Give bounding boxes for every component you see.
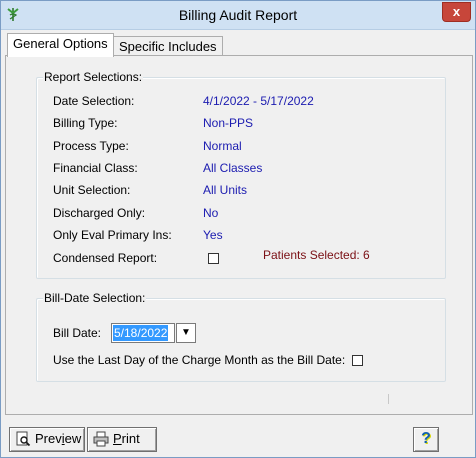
general-options-panel: Report Selections: Date Selection: 4/1/2… <box>5 55 473 415</box>
report-selections-legend: Report Selections: <box>43 70 144 84</box>
date-selection-label: Date Selection: <box>53 94 135 108</box>
print-label: Print <box>113 431 140 446</box>
billing-audit-report-window: Billing Audit Report x General Options S… <box>0 0 476 458</box>
divider-mark <box>388 394 389 404</box>
patients-selected-text: Patients Selected: 6 <box>263 248 370 262</box>
discharged-only-value: No <box>203 206 219 220</box>
chevron-down-icon: ▼ <box>181 327 191 338</box>
preview-label: Preview <box>35 431 82 446</box>
window-title: Billing Audit Report <box>178 7 298 23</box>
bill-date-dropdown-button[interactable]: ▼ <box>176 323 196 343</box>
billing-type-value: Non-PPS <box>203 116 254 130</box>
magnifier-document-icon <box>16 431 31 447</box>
help-button[interactable]: ? <box>413 427 439 452</box>
unit-selection-value: All Units <box>203 183 248 197</box>
close-button[interactable]: x <box>442 2 471 22</box>
tab-general-options[interactable]: General Options <box>7 33 114 57</box>
bill-date-input[interactable]: 5/18/2022 <box>111 323 175 343</box>
question-mark-icon: ? <box>421 430 431 447</box>
condensed-report-checkbox-wrap <box>208 250 219 266</box>
discharged-only-label: Discharged Only: <box>53 206 146 220</box>
only-eval-primary-ins-value: Yes <box>203 228 223 242</box>
last-day-label: Use the Last Day of the Charge Month as … <box>53 353 346 367</box>
title-bar: Billing Audit Report x <box>1 1 475 30</box>
process-type-label: Process Type: <box>53 139 129 153</box>
condensed-report-checkbox[interactable] <box>208 253 219 265</box>
last-day-option: Use the Last Day of the Charge Month as … <box>53 353 363 367</box>
bill-date-label: Bill Date: <box>53 326 102 340</box>
unit-selection-label: Unit Selection: <box>53 183 131 197</box>
bill-date-value: 5/18/2022 <box>113 325 169 341</box>
button-bar: Preview Print ? <box>1 413 475 457</box>
bill-date-selection-legend: Bill-Date Selection: <box>43 291 147 305</box>
last-day-checkbox[interactable] <box>351 355 363 367</box>
financial-class-label: Financial Class: <box>53 161 138 175</box>
condensed-report-label: Condensed Report: <box>53 251 158 265</box>
report-selections-group: Report Selections: Date Selection: 4/1/2… <box>36 70 446 279</box>
only-eval-primary-ins-label: Only Eval Primary Ins: <box>53 228 172 242</box>
financial-class-value: All Classes <box>203 161 263 175</box>
preview-button[interactable]: Preview <box>9 427 85 452</box>
date-selection-value: 4/1/2022 - 5/17/2022 <box>203 94 314 108</box>
process-type-value: Normal <box>203 139 242 153</box>
printer-icon <box>93 431 109 447</box>
print-button[interactable]: Print <box>87 427 157 452</box>
bill-date-selection-group: Bill-Date Selection: Bill Date: 5/18/202… <box>36 291 446 382</box>
billing-type-label: Billing Type: <box>53 116 118 130</box>
